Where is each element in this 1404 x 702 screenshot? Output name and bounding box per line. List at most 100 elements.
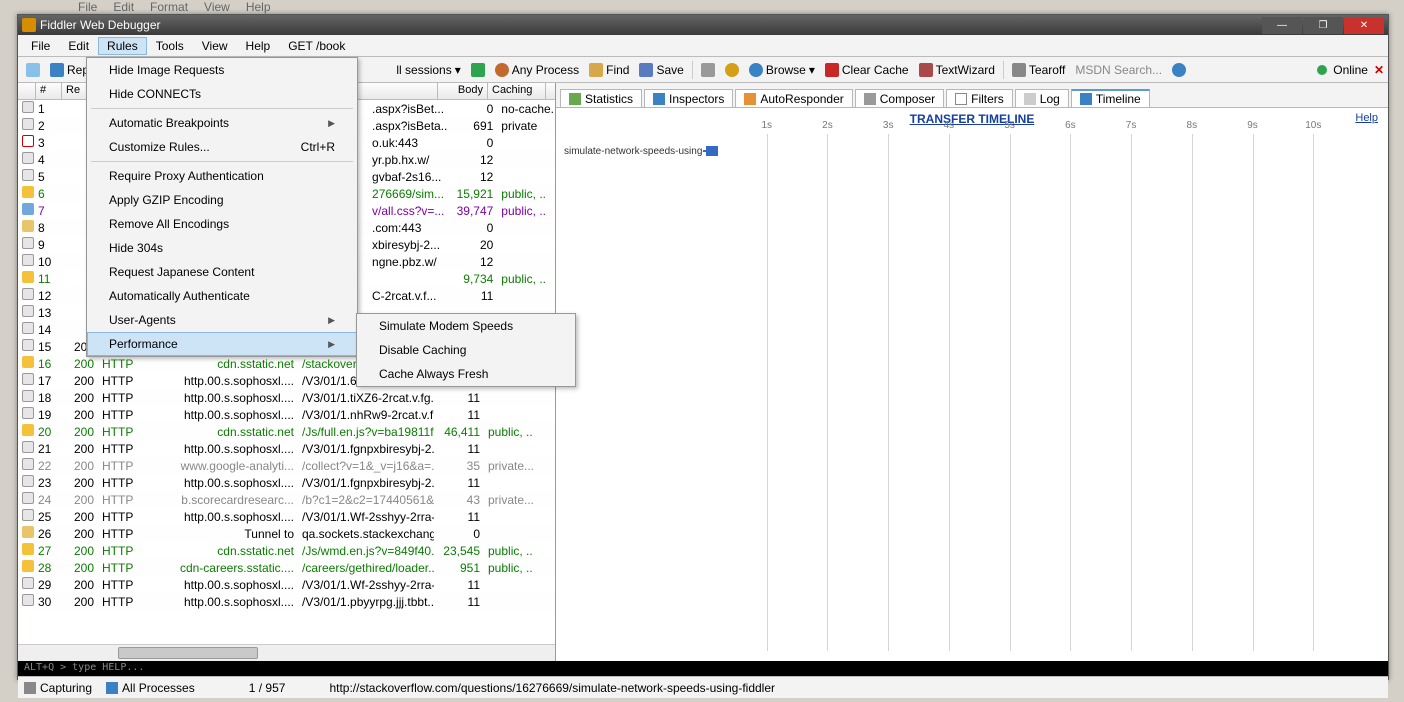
find-icon bbox=[589, 63, 603, 77]
window-title: Fiddler Web Debugger bbox=[40, 18, 1262, 32]
table-row[interactable]: 25200HTTPhttp.00.s.sophosxl..../V3/01/1.… bbox=[18, 508, 555, 525]
processes-icon bbox=[106, 682, 118, 694]
session-type-icon bbox=[22, 560, 34, 572]
menu-item[interactable]: Automatically Authenticate bbox=[87, 284, 357, 308]
maximize-button[interactable]: ❐ bbox=[1303, 17, 1343, 34]
tab-composer[interactable]: Composer bbox=[855, 89, 944, 108]
session-type-icon bbox=[22, 543, 34, 555]
menu-item[interactable]: Automatic Breakpoints▶ bbox=[87, 111, 357, 135]
submenu-item[interactable]: Simulate Modem Speeds bbox=[357, 314, 575, 338]
table-row[interactable]: 18200HTTPhttp.00.s.sophosxl..../V3/01/1.… bbox=[18, 389, 555, 406]
autoresponder-icon bbox=[744, 93, 756, 105]
menu-view[interactable]: View bbox=[193, 37, 237, 55]
timeline-help-link[interactable]: Help bbox=[1355, 112, 1378, 124]
menu-item[interactable]: Customize Rules...Ctrl+R bbox=[87, 135, 357, 159]
menu-file[interactable]: File bbox=[22, 37, 59, 55]
session-type-icon bbox=[22, 424, 34, 436]
table-row[interactable]: 20200HTTPcdn.sstatic.net/Js/full.en.js?v… bbox=[18, 423, 555, 440]
camera-button[interactable] bbox=[697, 61, 719, 79]
col-caching[interactable]: Caching bbox=[488, 83, 546, 99]
table-row[interactable]: 21200HTTPhttp.00.s.sophosxl..../V3/01/1.… bbox=[18, 440, 555, 457]
tab-autoresponder[interactable]: AutoResponder bbox=[735, 89, 852, 108]
tab-timeline[interactable]: Timeline bbox=[1071, 89, 1150, 108]
table-row[interactable]: 30200HTTPhttp.00.s.sophosxl..../V3/01/1.… bbox=[18, 593, 555, 610]
timeline-icon bbox=[1080, 93, 1092, 105]
parent-window-menu: FileEditFormatViewHelp bbox=[78, 0, 271, 14]
go-button[interactable] bbox=[467, 61, 489, 79]
col-body[interactable]: Body bbox=[438, 83, 488, 99]
table-row[interactable]: 28200HTTPcdn-careers.sstatic..../careers… bbox=[18, 559, 555, 576]
save-button[interactable]: Save bbox=[635, 61, 687, 79]
menu-item[interactable]: Hide Image Requests bbox=[87, 58, 357, 82]
status-capturing[interactable]: Capturing bbox=[24, 681, 92, 695]
tearoff-icon bbox=[1012, 63, 1026, 77]
menu-rules[interactable]: Rules bbox=[98, 37, 147, 55]
session-type-icon bbox=[22, 101, 34, 113]
menu-item[interactable]: Apply GZIP Encoding bbox=[87, 188, 357, 212]
menu-edit[interactable]: Edit bbox=[59, 37, 98, 55]
submenu-arrow-icon: ▶ bbox=[328, 118, 335, 129]
textwizard-icon bbox=[919, 63, 933, 77]
menu-help[interactable]: Help bbox=[237, 37, 280, 55]
menu-item[interactable]: Require Proxy Authentication bbox=[87, 164, 357, 188]
clear-cache-button[interactable]: Clear Cache bbox=[821, 61, 913, 79]
timer-button[interactable] bbox=[721, 61, 743, 79]
menu-item[interactable]: Performance▶ bbox=[87, 332, 357, 356]
tearoff-button[interactable]: Tearoff bbox=[1008, 61, 1069, 79]
timeline-tick-label: 7s bbox=[1126, 120, 1137, 131]
find-button[interactable]: Find bbox=[585, 61, 633, 79]
online-label: Online bbox=[1333, 63, 1368, 77]
session-type-icon bbox=[22, 594, 34, 606]
table-row[interactable]: 22200HTTPwww.google-analyti.../collect?v… bbox=[18, 457, 555, 474]
menu-item[interactable]: Hide CONNECTs bbox=[87, 82, 357, 106]
tab-log[interactable]: Log bbox=[1015, 89, 1069, 108]
table-row[interactable]: 23200HTTPhttp.00.s.sophosxl..../V3/01/1.… bbox=[18, 474, 555, 491]
quickexec-bar[interactable]: ALT+Q > type HELP... bbox=[18, 661, 1388, 676]
submenu-item[interactable]: Cache Always Fresh bbox=[357, 362, 575, 386]
help-icon bbox=[1172, 63, 1186, 77]
menu-item[interactable]: User-Agents▶ bbox=[87, 308, 357, 332]
rules-dropdown: Hide Image RequestsHide CONNECTs Automati… bbox=[86, 57, 358, 357]
session-type-icon bbox=[22, 577, 34, 589]
help-button[interactable] bbox=[1168, 61, 1190, 79]
session-type-icon bbox=[22, 509, 34, 521]
timeline-entry-label: simulate-network-speeds-using-fid bbox=[564, 146, 716, 157]
fiddler-window: Fiddler Web Debugger — ❐ ✕ File Edit Rul… bbox=[17, 14, 1389, 680]
tab-statistics[interactable]: Statistics bbox=[560, 89, 642, 108]
submenu-item[interactable]: Disable Caching bbox=[357, 338, 575, 362]
table-row[interactable]: 19200HTTPhttp.00.s.sophosxl..../V3/01/1.… bbox=[18, 406, 555, 423]
fiddler-app-icon bbox=[22, 18, 36, 32]
browse-button[interactable]: Browse ▾ bbox=[745, 61, 819, 79]
submenu-arrow-icon: ▶ bbox=[328, 315, 335, 326]
table-row[interactable]: 27200HTTPcdn.sstatic.net/Js/wmd.en.js?v=… bbox=[18, 542, 555, 559]
minimize-button[interactable]: — bbox=[1262, 17, 1302, 34]
table-row[interactable]: 29200HTTPhttp.00.s.sophosxl..../V3/01/1.… bbox=[18, 576, 555, 593]
status-processes[interactable]: All Processes bbox=[106, 681, 195, 695]
table-row[interactable]: 24200HTTPb.scorecardresearc.../b?c1=2&c2… bbox=[18, 491, 555, 508]
status-url: http://stackoverflow.com/questions/16276… bbox=[329, 681, 775, 695]
filters-icon bbox=[955, 93, 967, 105]
session-type-icon bbox=[22, 373, 34, 385]
timer-icon bbox=[725, 63, 739, 77]
toolbar-close-button[interactable]: ✕ bbox=[1374, 63, 1384, 77]
close-button[interactable]: ✕ bbox=[1344, 17, 1384, 34]
timeline-tick-label: 4s bbox=[944, 120, 955, 131]
session-type-icon bbox=[22, 271, 34, 283]
comment-button[interactable] bbox=[22, 61, 44, 79]
msdn-search[interactable]: MSDN Search... bbox=[1071, 61, 1166, 79]
any-process-button[interactable]: Any Process bbox=[491, 61, 583, 79]
table-row[interactable]: 26200HTTPTunnel toqa.sockets.stackexchan… bbox=[18, 525, 555, 542]
titlebar[interactable]: Fiddler Web Debugger — ❐ ✕ bbox=[18, 15, 1388, 35]
textwizard-button[interactable]: TextWizard bbox=[915, 61, 999, 79]
menu-item[interactable]: Remove All Encodings bbox=[87, 212, 357, 236]
tab-inspectors[interactable]: Inspectors bbox=[644, 89, 733, 108]
menu-item[interactable]: Request Japanese Content bbox=[87, 260, 357, 284]
menu-tools[interactable]: Tools bbox=[147, 37, 193, 55]
session-type-icon bbox=[22, 186, 34, 198]
remove-sessions-button[interactable]: ll sessions ▾ bbox=[392, 61, 464, 79]
col-number[interactable]: # bbox=[36, 83, 62, 99]
horizontal-scrollbar[interactable] bbox=[18, 644, 555, 661]
tab-filters[interactable]: Filters bbox=[946, 89, 1013, 108]
menu-item[interactable]: Hide 304s bbox=[87, 236, 357, 260]
menu-get-book[interactable]: GET /book bbox=[279, 37, 354, 55]
